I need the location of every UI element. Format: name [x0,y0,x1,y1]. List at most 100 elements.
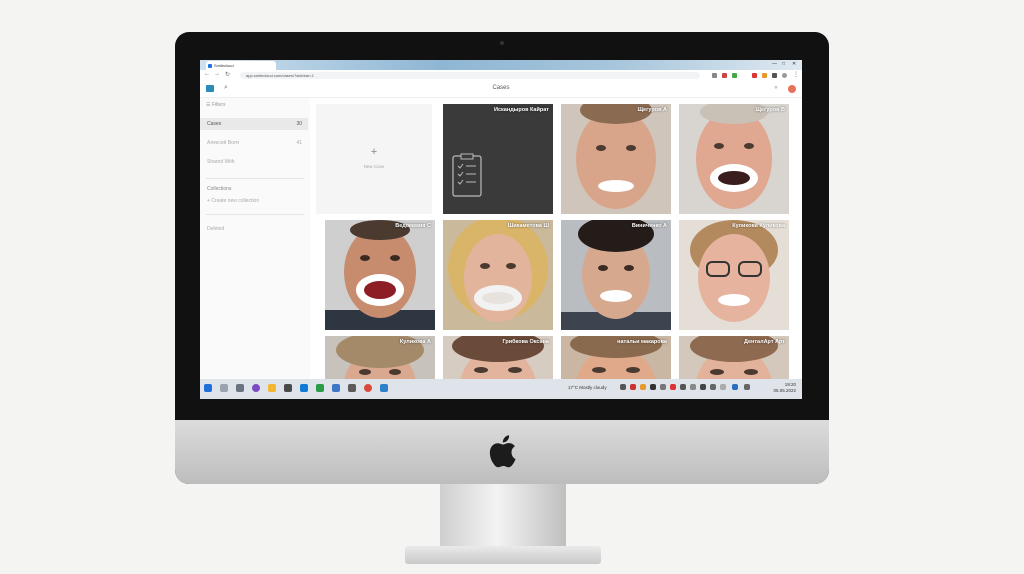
weather-widget[interactable]: 17°C Mostly cloudy [568,385,607,390]
camera-dot [500,41,504,45]
case-card[interactable]: Щегуров А [561,104,671,214]
extension-icon[interactable] [772,73,777,78]
extension-icon[interactable] [722,73,727,78]
imac-foot [405,546,601,564]
tray-icon[interactable] [700,384,706,390]
tray-icon[interactable] [650,384,656,390]
edge-icon[interactable] [300,384,308,392]
clock[interactable]: 19:20 06.05.2022 [760,382,796,394]
maximize-icon[interactable]: □ [782,61,785,67]
case-card[interactable]: Ведомекия С [325,220,435,330]
search-icon[interactable] [220,384,228,392]
browser-tab-strip: Smilecloud — □ ✕ [200,60,802,70]
minimize-icon[interactable]: — [772,61,777,67]
case-name: Ведомекия С [395,223,431,229]
url-field[interactable]: app.smilecloud.com/cases/?sidebar=1 [240,72,700,79]
url-text: app.smilecloud.com/cases/?sidebar=1 [246,73,314,78]
plus-icon: + [370,146,378,158]
favicon-icon [208,64,212,68]
new-case-card[interactable]: + New Case [316,104,432,214]
create-collection-button[interactable]: + Create new collection [207,198,259,204]
divider [206,214,304,215]
reload-icon[interactable]: ↻ [225,71,230,78]
app-icon[interactable] [252,384,260,392]
filters-label: Filters [211,102,226,108]
tray-icon[interactable] [640,384,646,390]
case-name: Грибкова Оксана [502,339,549,345]
case-card[interactable]: Грибкова Оксана [443,336,553,379]
close-icon[interactable]: ✕ [792,61,796,67]
browser-tab-active[interactable]: Smilecloud [206,61,276,70]
sidebar-item-label: Shared With [207,159,235,165]
tray-icon[interactable] [690,384,696,390]
case-name: ДенталАрт Арт [743,339,785,345]
task-view-icon[interactable] [236,384,244,392]
tray-icon[interactable] [720,384,726,390]
case-card[interactable]: Куликова А [325,336,435,379]
extension-icon[interactable] [732,73,737,78]
divider [206,178,304,179]
case-card[interactable]: Искандыров Кайрат [443,104,553,214]
filters-button[interactable]: ☰ Filters [206,102,226,108]
menu-dots-icon[interactable]: ⋮ [793,71,799,78]
page-title: Cases [492,85,510,91]
new-case-label: New Case [363,164,385,169]
sidebar-item-count: 41 [296,140,302,146]
deleted-link[interactable]: Deleted [207,226,224,232]
sidebar-item-count: 30 [296,121,302,127]
tray-icon[interactable] [710,384,716,390]
app-icon[interactable] [332,384,340,392]
tray-icon[interactable] [680,384,686,390]
browser-tab-second[interactable] [280,61,340,70]
imac-stand [440,484,566,548]
sidebar: ☰ Filters Cases 30 Алексей Волч 41 Share… [200,98,311,379]
sidebar-item-label: Cases [207,121,222,127]
case-name: Куликова А [399,339,431,345]
tray-icon[interactable] [670,384,676,390]
case-name: Шикаметова Ш [507,223,549,229]
patient-photo [325,220,435,330]
apple-logo-icon [489,435,516,468]
case-card[interactable]: Шикаметова Ш [443,220,553,330]
extension-icon[interactable] [712,73,717,78]
case-card[interactable]: натальи макарова [561,336,671,379]
clock-date: 06.05.2022 [773,388,796,393]
case-card[interactable]: ДенталАрт Арт [679,336,789,379]
tray-icon[interactable] [630,384,636,390]
tab-title: Smilecloud [214,63,234,68]
sidebar-item-shared[interactable]: Алексей Волч 41 [200,137,308,149]
patient-photo [561,104,671,214]
case-name: Виниченко А [631,223,667,229]
tray-icon[interactable] [620,384,626,390]
case-card[interactable]: Куликова Куликова [679,220,789,330]
extension-icon[interactable] [752,73,757,78]
sidebar-item-shared-with[interactable]: Shared With [200,156,308,168]
help-icon[interactable]: ⚬ [773,84,779,92]
case-card[interactable]: Виниченко А [561,220,671,330]
profile-icon[interactable] [782,73,787,78]
screen: Smilecloud — □ ✕ ← → ↻ app.smilecloud.co… [200,60,802,399]
file-explorer-icon[interactable] [268,384,276,392]
os-taskbar: 17°C Mostly cloudy 19:20 06.05.2022 [200,379,802,399]
patient-photo [679,104,789,214]
sidebar-item-cases[interactable]: Cases 30 [200,118,308,130]
patient-photo [443,220,553,330]
extension-icon[interactable] [762,73,767,78]
app-icon[interactable] [380,384,388,392]
case-card[interactable]: Щегуров В [679,104,789,214]
windows-start-icon[interactable] [204,384,212,392]
patient-photo [679,220,789,330]
tray-icon[interactable] [744,384,750,390]
back-icon[interactable]: ← [204,71,210,77]
case-name: Щегуров В [755,107,785,113]
app-icon[interactable] [316,384,324,392]
forward-icon[interactable]: → [214,71,220,77]
tray-icon[interactable] [660,384,666,390]
avatar[interactable] [788,85,796,93]
app-icon[interactable] [284,384,292,392]
create-collection-label: Create new collection [211,198,260,204]
app-icon[interactable] [348,384,356,392]
cases-grid: + New Case Искандыров Кайрат Щегуров А Щ… [310,98,802,379]
tray-icon[interactable] [732,384,738,390]
chrome-icon[interactable] [364,384,372,392]
